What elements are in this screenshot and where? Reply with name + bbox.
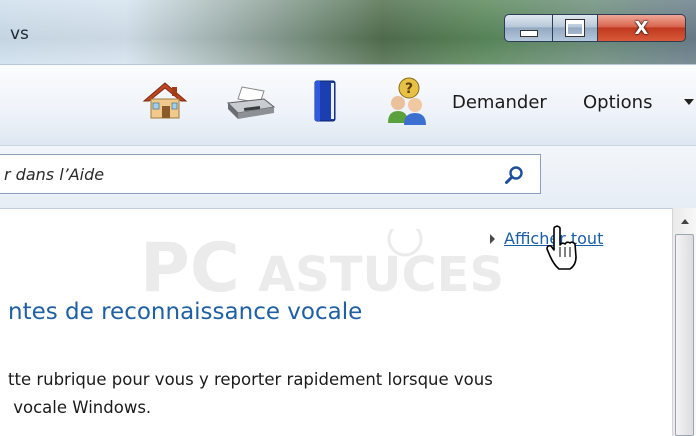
home-button[interactable] [142, 81, 188, 125]
minimize-icon [519, 29, 538, 37]
browse-help-button[interactable] [312, 79, 338, 127]
search-bar [0, 146, 696, 208]
intro-paragraph: tte rubrique pour vous y reporter rapide… [8, 366, 648, 422]
window-title: vs [10, 24, 29, 44]
scroll-up-button[interactable] [675, 210, 694, 232]
paragraph-line-2: vocale Windows. [8, 398, 152, 417]
maximize-icon [565, 19, 585, 37]
expand-triangle-icon [490, 233, 495, 244]
close-button[interactable]: X [598, 14, 686, 42]
search-input[interactable] [0, 155, 480, 193]
maximize-button[interactable] [553, 14, 598, 42]
toolbar: ? Demander Options [0, 64, 696, 146]
options-menu[interactable]: Options [583, 92, 652, 113]
minimize-button[interactable] [504, 14, 553, 42]
paragraph-line-1: tte rubrique pour vous y reporter rapide… [8, 370, 493, 389]
title-bar: vs X [0, 0, 696, 64]
print-button[interactable] [224, 85, 276, 125]
svg-text:ASTUCES: ASTUCES [258, 247, 504, 303]
search-box [0, 154, 541, 194]
search-button[interactable] [500, 161, 528, 189]
home-icon [142, 82, 188, 119]
ask-icon: ? [388, 77, 426, 125]
search-icon [505, 166, 523, 184]
svg-text:?: ? [405, 81, 413, 97]
ask-button[interactable]: ? [384, 77, 430, 129]
scroll-thumb[interactable] [675, 234, 694, 436]
ask-label[interactable]: Demander [452, 92, 547, 113]
page-title: ntes de reconnaissance vocale [8, 299, 363, 325]
print-icon [226, 86, 276, 119]
hand-cursor-icon [546, 225, 577, 270]
book-icon [314, 80, 336, 122]
window-controls: X [504, 14, 686, 42]
close-icon: X [634, 17, 649, 39]
chevron-up-icon [680, 218, 689, 224]
chevron-down-icon[interactable] [684, 99, 694, 105]
svg-text:PC: PC [140, 229, 240, 308]
vertical-scrollbar[interactable] [672, 208, 696, 436]
